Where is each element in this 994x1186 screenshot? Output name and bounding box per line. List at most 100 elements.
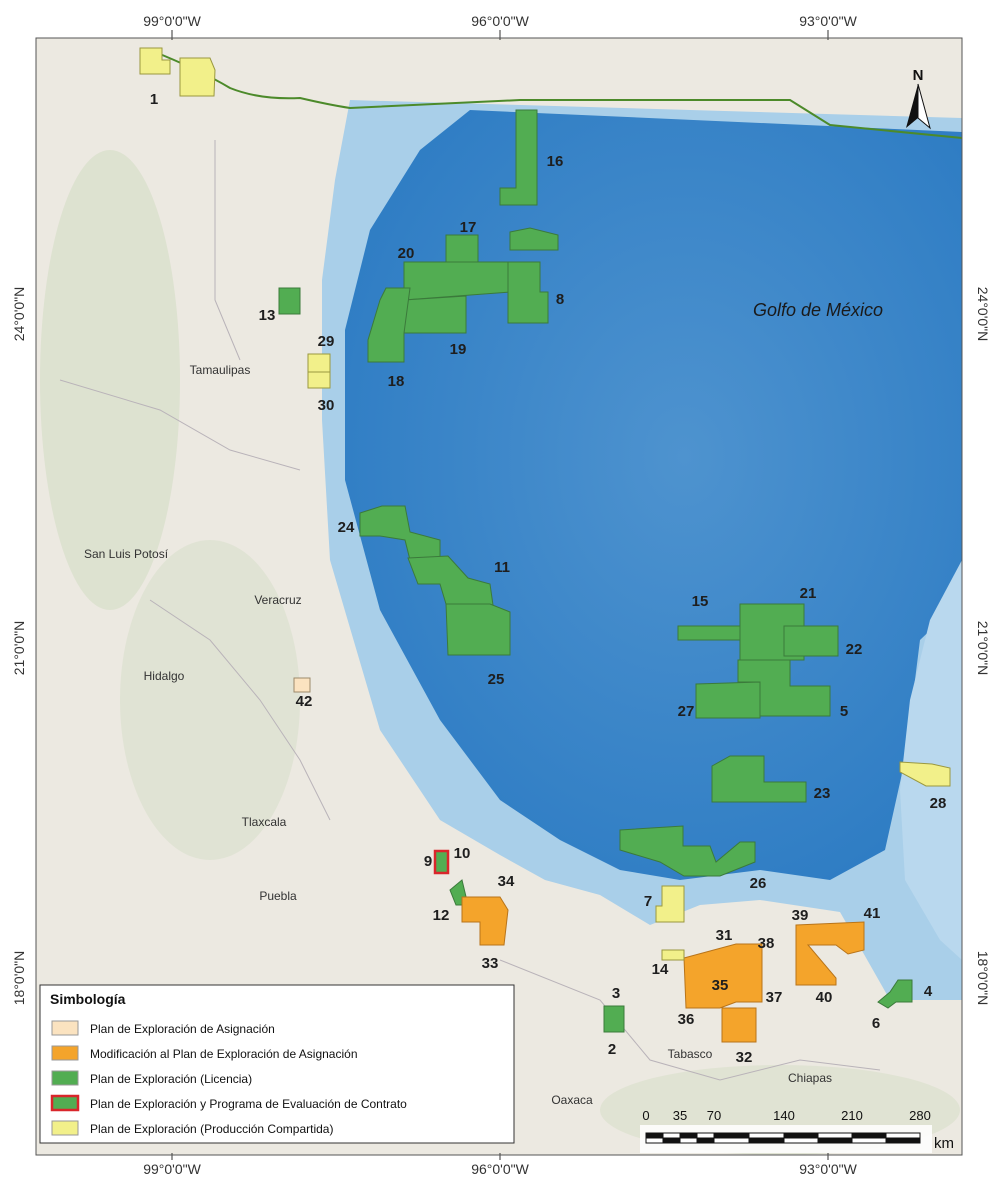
label-chiapas: Chiapas bbox=[788, 1071, 832, 1085]
scale-tick-140: 140 bbox=[773, 1108, 795, 1123]
legend-swatch-asignacion bbox=[51, 1020, 79, 1036]
block-14[interactable] bbox=[661, 949, 685, 961]
graticule-right-3: 18°0'0"N bbox=[975, 951, 991, 1006]
label-tabasco: Tabasco bbox=[668, 1047, 713, 1061]
scale-seg-2 bbox=[662, 1137, 681, 1144]
graticule-top-3: 93°0'0"W bbox=[799, 13, 857, 29]
graticule-top-1: 99°0'0"W bbox=[143, 13, 201, 29]
legend-swatch-licencia bbox=[51, 1070, 79, 1086]
scale-seg-3 bbox=[679, 1132, 698, 1139]
label-4: 4 bbox=[924, 983, 933, 1000]
graticule-right-1: 24°0'0"N bbox=[975, 287, 991, 342]
label-6: 6 bbox=[872, 1015, 880, 1032]
legend-box bbox=[39, 984, 515, 1144]
label-18: 18 bbox=[388, 373, 405, 390]
scale-tick-0: 0 bbox=[642, 1108, 649, 1123]
block-25[interactable] bbox=[445, 603, 511, 656]
label-10: 10 bbox=[454, 845, 471, 862]
label-20: 20 bbox=[398, 245, 415, 262]
block-2-3[interactable] bbox=[603, 1005, 625, 1033]
north-arrow-label: N bbox=[913, 67, 924, 84]
block-1b[interactable] bbox=[179, 57, 216, 97]
label-26: 26 bbox=[750, 875, 767, 892]
block-13[interactable] bbox=[278, 287, 301, 315]
scale-seg-4 bbox=[696, 1137, 715, 1144]
graticule-right-2: 21°0'0"N bbox=[975, 621, 991, 676]
label-21: 21 bbox=[800, 585, 817, 602]
scale-unit: km bbox=[934, 1135, 954, 1152]
block-19[interactable] bbox=[403, 295, 467, 334]
label-5: 5 bbox=[840, 703, 848, 720]
scale-seg-6 bbox=[748, 1137, 785, 1144]
graticule-left-3: 18°0'0"N bbox=[11, 951, 27, 1006]
legend-label: Plan de Exploración y Programa de Evalua… bbox=[90, 1097, 407, 1111]
scale-seg-8 bbox=[817, 1137, 853, 1144]
label-27: 27 bbox=[678, 703, 695, 720]
label-38: 38 bbox=[758, 935, 775, 952]
label-19: 19 bbox=[450, 341, 467, 358]
label-14: 14 bbox=[652, 961, 669, 978]
highland-shading bbox=[120, 540, 300, 860]
label-24: 24 bbox=[338, 519, 355, 536]
scale-seg-5 bbox=[713, 1132, 750, 1139]
scale-tick-70: 70 bbox=[707, 1108, 721, 1123]
block-22[interactable] bbox=[783, 625, 839, 657]
label-41: 41 bbox=[864, 905, 881, 922]
label-33: 33 bbox=[482, 955, 499, 972]
block-29[interactable] bbox=[307, 353, 331, 373]
legend-title: Simbología bbox=[50, 991, 126, 1007]
label-30: 30 bbox=[318, 397, 335, 414]
block-9[interactable] bbox=[433, 849, 450, 875]
graticule-top-2: 96°0'0"W bbox=[471, 13, 529, 29]
legend-label: Modificación al Plan de Exploración de A… bbox=[90, 1047, 358, 1061]
label-29: 29 bbox=[318, 333, 335, 350]
label-san-luis-potosi: San Luis Potosí bbox=[84, 547, 169, 561]
label-tlaxcala: Tlaxcala bbox=[242, 815, 287, 829]
label-8: 8 bbox=[556, 291, 564, 308]
block-17[interactable] bbox=[445, 234, 479, 263]
legend-label: Plan de Exploración de Asignación bbox=[90, 1022, 275, 1036]
label-1: 1 bbox=[150, 91, 158, 108]
block-30[interactable] bbox=[307, 371, 331, 389]
block-15[interactable] bbox=[677, 625, 741, 641]
block-27[interactable] bbox=[695, 681, 761, 719]
block-42[interactable] bbox=[293, 677, 311, 693]
scale-seg-7 bbox=[783, 1132, 819, 1139]
legend-swatch-produccion-compartida bbox=[51, 1120, 79, 1136]
label-32: 32 bbox=[736, 1049, 753, 1066]
label-40: 40 bbox=[816, 989, 833, 1006]
label-16: 16 bbox=[547, 153, 564, 170]
label-hidalgo: Hidalgo bbox=[144, 669, 185, 683]
legend-item: Plan de Exploración (Producción Comparti… bbox=[51, 1120, 333, 1136]
label-23: 23 bbox=[814, 785, 831, 802]
scale-seg-10 bbox=[885, 1137, 921, 1144]
label-veracruz: Veracruz bbox=[254, 593, 301, 607]
label-39: 39 bbox=[792, 907, 809, 924]
label-28: 28 bbox=[930, 795, 947, 812]
scale-seg-1 bbox=[645, 1132, 664, 1139]
label-11: 11 bbox=[494, 559, 510, 576]
label-42: 42 bbox=[296, 693, 313, 710]
label-oaxaca: Oaxaca bbox=[551, 1093, 593, 1107]
scale-tick-210: 210 bbox=[841, 1108, 863, 1123]
graticule-bottom-2: 96°0'0"W bbox=[471, 1161, 529, 1177]
legend-label: Plan de Exploración (Producción Comparti… bbox=[90, 1122, 333, 1136]
graticule-left-2: 21°0'0"N bbox=[11, 621, 27, 676]
label-37: 37 bbox=[766, 989, 783, 1006]
block-32[interactable] bbox=[721, 1007, 757, 1043]
label-13: 13 bbox=[259, 307, 276, 324]
graticule-left-1: 24°0'0"N bbox=[11, 287, 27, 342]
sea-label: Golfo de México bbox=[753, 300, 883, 320]
label-15: 15 bbox=[692, 593, 709, 610]
label-9: 9 bbox=[424, 853, 432, 870]
legend-item: Modificación al Plan de Exploración de A… bbox=[51, 1045, 358, 1061]
label-25: 25 bbox=[488, 671, 505, 688]
label-17: 17 bbox=[460, 219, 477, 236]
label-12: 12 bbox=[433, 907, 450, 924]
label-31: 31 bbox=[716, 927, 733, 944]
graticule-bottom-1: 99°0'0"W bbox=[143, 1161, 201, 1177]
legend: Simbología Plan de Exploración de Asigna… bbox=[39, 984, 515, 1144]
legend-label: Plan de Exploración (Licencia) bbox=[90, 1072, 252, 1086]
legend-swatch-contrato bbox=[50, 1094, 80, 1112]
label-puebla: Puebla bbox=[259, 889, 297, 903]
